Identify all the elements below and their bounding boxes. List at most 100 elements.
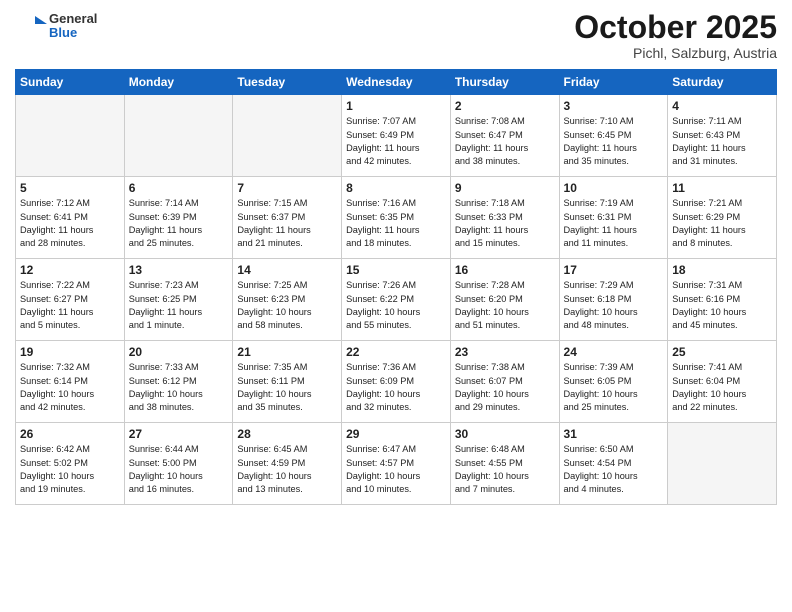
calendar-cell: 27 Sunrise: 6:44 AM Sunset: 5:00 PM Dayli…	[124, 423, 233, 505]
logo-general: General	[49, 12, 97, 26]
col-header-saturday: Saturday	[668, 70, 777, 95]
day-info: Sunrise: 6:42 AM Sunset: 5:02 PM Dayligh…	[20, 443, 120, 496]
day-number: 10	[564, 181, 664, 195]
day-info: Sunrise: 7:29 AM Sunset: 6:18 PM Dayligh…	[564, 279, 664, 332]
calendar-cell: 10 Sunrise: 7:19 AM Sunset: 6:31 PM Dayli…	[559, 177, 668, 259]
day-info: Sunrise: 7:33 AM Sunset: 6:12 PM Dayligh…	[129, 361, 229, 414]
day-number: 3	[564, 99, 664, 113]
calendar-cell: 17 Sunrise: 7:29 AM Sunset: 6:18 PM Dayli…	[559, 259, 668, 341]
logo-bird-icon	[15, 10, 47, 42]
day-info: Sunrise: 7:14 AM Sunset: 6:39 PM Dayligh…	[129, 197, 229, 250]
day-number: 1	[346, 99, 446, 113]
col-header-friday: Friday	[559, 70, 668, 95]
calendar-cell: 26 Sunrise: 6:42 AM Sunset: 5:02 PM Dayli…	[16, 423, 125, 505]
day-info: Sunrise: 7:12 AM Sunset: 6:41 PM Dayligh…	[20, 197, 120, 250]
calendar-cell: 8Sunrise: 7:16 AM Sunset: 6:35 PM Daylig…	[342, 177, 451, 259]
day-number: 6	[129, 181, 229, 195]
calendar-cell: 24 Sunrise: 7:39 AM Sunset: 6:05 PM Dayli…	[559, 341, 668, 423]
day-info: Sunrise: 7:10 AM Sunset: 6:45 PM Dayligh…	[564, 115, 664, 168]
week-row-3: 19 Sunrise: 7:32 AM Sunset: 6:14 PM Dayli…	[16, 341, 777, 423]
calendar-cell: 9 Sunrise: 7:18 AM Sunset: 6:33 PM Daylig…	[450, 177, 559, 259]
calendar-cell: 12Sunrise: 7:22 AM Sunset: 6:27 PM Dayli…	[16, 259, 125, 341]
col-header-thursday: Thursday	[450, 70, 559, 95]
day-number: 9	[455, 181, 555, 195]
day-number: 17	[564, 263, 664, 277]
day-info: Sunrise: 7:32 AM Sunset: 6:14 PM Dayligh…	[20, 361, 120, 414]
logo: General Blue	[15, 10, 97, 42]
day-info: Sunrise: 7:21 AM Sunset: 6:29 PM Dayligh…	[672, 197, 772, 250]
calendar-cell: 29Sunrise: 6:47 AM Sunset: 4:57 PM Dayli…	[342, 423, 451, 505]
day-number: 31	[564, 427, 664, 441]
day-info: Sunrise: 7:25 AM Sunset: 6:23 PM Dayligh…	[237, 279, 337, 332]
calendar-cell: 31 Sunrise: 6:50 AM Sunset: 4:54 PM Dayli…	[559, 423, 668, 505]
col-header-wednesday: Wednesday	[342, 70, 451, 95]
day-number: 12	[20, 263, 120, 277]
day-info: Sunrise: 7:18 AM Sunset: 6:33 PM Dayligh…	[455, 197, 555, 250]
header: General Blue October 2025 Pichl, Salzbur…	[15, 10, 777, 61]
day-number: 30	[455, 427, 555, 441]
calendar-cell: 16 Sunrise: 7:28 AM Sunset: 6:20 PM Dayli…	[450, 259, 559, 341]
week-row-4: 26 Sunrise: 6:42 AM Sunset: 5:02 PM Dayli…	[16, 423, 777, 505]
day-number: 15	[346, 263, 446, 277]
calendar-cell: 21 Sunrise: 7:35 AM Sunset: 6:11 PM Dayli…	[233, 341, 342, 423]
logo-text: General Blue	[49, 12, 97, 41]
day-info: Sunrise: 7:16 AM Sunset: 6:35 PM Dayligh…	[346, 197, 446, 250]
day-number: 26	[20, 427, 120, 441]
calendar-cell: 22 Sunrise: 7:36 AM Sunset: 6:09 PM Dayli…	[342, 341, 451, 423]
calendar-cell: 7Sunrise: 7:15 AM Sunset: 6:37 PM Daylig…	[233, 177, 342, 259]
calendar-cell: 11 Sunrise: 7:21 AM Sunset: 6:29 PM Dayli…	[668, 177, 777, 259]
day-info: Sunrise: 7:36 AM Sunset: 6:09 PM Dayligh…	[346, 361, 446, 414]
calendar-cell: 4 Sunrise: 7:11 AM Sunset: 6:43 PM Daylig…	[668, 95, 777, 177]
day-info: Sunrise: 7:35 AM Sunset: 6:11 PM Dayligh…	[237, 361, 337, 414]
calendar-cell	[668, 423, 777, 505]
day-info: Sunrise: 7:23 AM Sunset: 6:25 PM Dayligh…	[129, 279, 229, 332]
col-header-sunday: Sunday	[16, 70, 125, 95]
day-info: Sunrise: 6:48 AM Sunset: 4:55 PM Dayligh…	[455, 443, 555, 496]
day-number: 21	[237, 345, 337, 359]
calendar-cell: 6 Sunrise: 7:14 AM Sunset: 6:39 PM Daylig…	[124, 177, 233, 259]
day-number: 4	[672, 99, 772, 113]
day-info: Sunrise: 6:50 AM Sunset: 4:54 PM Dayligh…	[564, 443, 664, 496]
day-number: 7	[237, 181, 337, 195]
day-number: 16	[455, 263, 555, 277]
calendar-table: SundayMondayTuesdayWednesdayThursdayFrid…	[15, 69, 777, 505]
day-number: 23	[455, 345, 555, 359]
calendar-cell: 25 Sunrise: 7:41 AM Sunset: 6:04 PM Dayli…	[668, 341, 777, 423]
week-row-0: 1 Sunrise: 7:07 AM Sunset: 6:49 PM Daylig…	[16, 95, 777, 177]
day-info: Sunrise: 7:11 AM Sunset: 6:43 PM Dayligh…	[672, 115, 772, 168]
day-info: Sunrise: 7:39 AM Sunset: 6:05 PM Dayligh…	[564, 361, 664, 414]
calendar-cell	[16, 95, 125, 177]
day-number: 11	[672, 181, 772, 195]
calendar-cell: 1 Sunrise: 7:07 AM Sunset: 6:49 PM Daylig…	[342, 95, 451, 177]
logo-container: General Blue	[15, 10, 97, 42]
day-info: Sunrise: 7:28 AM Sunset: 6:20 PM Dayligh…	[455, 279, 555, 332]
day-number: 25	[672, 345, 772, 359]
calendar-cell: 3 Sunrise: 7:10 AM Sunset: 6:45 PM Daylig…	[559, 95, 668, 177]
day-number: 24	[564, 345, 664, 359]
day-info: Sunrise: 7:07 AM Sunset: 6:49 PM Dayligh…	[346, 115, 446, 168]
day-number: 19	[20, 345, 120, 359]
calendar-cell: 23Sunrise: 7:38 AM Sunset: 6:07 PM Dayli…	[450, 341, 559, 423]
calendar-cell: 5Sunrise: 7:12 AM Sunset: 6:41 PM Daylig…	[16, 177, 125, 259]
calendar-cell	[124, 95, 233, 177]
day-number: 2	[455, 99, 555, 113]
day-number: 20	[129, 345, 229, 359]
day-number: 22	[346, 345, 446, 359]
day-number: 28	[237, 427, 337, 441]
day-info: Sunrise: 7:41 AM Sunset: 6:04 PM Dayligh…	[672, 361, 772, 414]
calendar-cell: 18Sunrise: 7:31 AM Sunset: 6:16 PM Dayli…	[668, 259, 777, 341]
day-number: 13	[129, 263, 229, 277]
week-row-1: 5Sunrise: 7:12 AM Sunset: 6:41 PM Daylig…	[16, 177, 777, 259]
day-number: 29	[346, 427, 446, 441]
calendar-cell: 20 Sunrise: 7:33 AM Sunset: 6:12 PM Dayli…	[124, 341, 233, 423]
day-number: 27	[129, 427, 229, 441]
day-number: 14	[237, 263, 337, 277]
calendar-cell: 15Sunrise: 7:26 AM Sunset: 6:22 PM Dayli…	[342, 259, 451, 341]
month-title: October 2025	[574, 10, 777, 45]
calendar-header-row: SundayMondayTuesdayWednesdayThursdayFrid…	[16, 70, 777, 95]
logo-blue: Blue	[49, 26, 97, 40]
day-info: Sunrise: 6:44 AM Sunset: 5:00 PM Dayligh…	[129, 443, 229, 496]
day-info: Sunrise: 7:19 AM Sunset: 6:31 PM Dayligh…	[564, 197, 664, 250]
col-header-tuesday: Tuesday	[233, 70, 342, 95]
calendar-cell: 28Sunrise: 6:45 AM Sunset: 4:59 PM Dayli…	[233, 423, 342, 505]
